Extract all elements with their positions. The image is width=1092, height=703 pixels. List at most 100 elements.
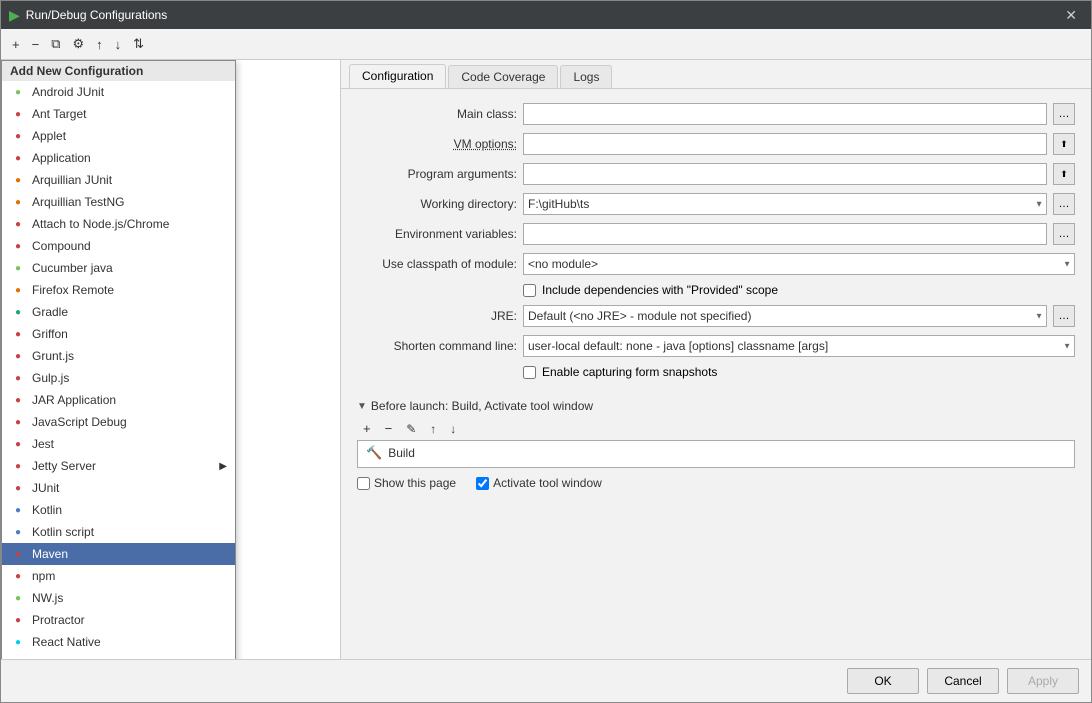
before-launch-toolbar: + − ✎ ↑ ↓: [357, 417, 1075, 440]
jre-select-wrapper: Default (<no JRE> - module not specified…: [523, 305, 1047, 327]
before-launch-up-btn[interactable]: ↑: [424, 420, 442, 438]
classpath-row: Use classpath of module: <no module>: [357, 253, 1075, 275]
dropdown-item-jar-application[interactable]: ● JAR Application: [2, 389, 235, 411]
jar-application-icon: ●: [10, 392, 26, 408]
dropdown-item-kotlin-script[interactable]: ●Kotlin script: [2, 521, 235, 543]
enable-snapshots-row: Enable capturing form snapshots: [523, 365, 1075, 379]
dialog-footer: OK Cancel Apply: [1, 659, 1091, 702]
vm-options-input[interactable]: [523, 133, 1047, 155]
jar-application-label: JAR Application: [32, 393, 116, 407]
attach-node-label: Attach to Node.js/Chrome: [32, 217, 169, 231]
dropdown-item-kotlin[interactable]: ●Kotlin: [2, 499, 235, 521]
shorten-cmd-row: Shorten command line: user-local default…: [357, 335, 1075, 357]
dropdown-item-js-debug[interactable]: ●JavaScript Debug: [2, 411, 235, 433]
gradle-icon: ●: [10, 304, 26, 320]
dropdown-item-junit[interactable]: ●JUnit: [2, 477, 235, 499]
npm-icon: ●: [10, 568, 26, 584]
main-class-row: Main class: …: [357, 103, 1075, 125]
shorten-cmd-wrapper: user-local default: none - java [options…: [523, 335, 1075, 357]
title-bar: ▶ Run/Debug Configurations ✕: [1, 1, 1091, 29]
kotlin-script-label: Kotlin script: [32, 525, 94, 539]
dropdown-item-maven[interactable]: ●Maven: [2, 543, 235, 565]
include-deps-row: Include dependencies with "Provided" sco…: [523, 283, 1075, 297]
jre-browse-btn[interactable]: …: [1053, 305, 1075, 327]
remove-config-button[interactable]: −: [27, 34, 45, 55]
dropdown-item-npm[interactable]: ●npm: [2, 565, 235, 587]
arquillian-testng-label: Arquillian TestNG: [32, 195, 124, 209]
dropdown-item-grunt-js[interactable]: ●Grunt.js: [2, 345, 235, 367]
enable-snapshots-checkbox[interactable]: [523, 366, 536, 379]
include-deps-checkbox[interactable]: [523, 284, 536, 297]
before-launch-remove-btn[interactable]: −: [379, 419, 399, 438]
dropdown-item-jest[interactable]: ●Jest: [2, 433, 235, 455]
dropdown-item-arquillian-testng[interactable]: ●Arquillian TestNG: [2, 191, 235, 213]
working-dir-input[interactable]: [523, 193, 1047, 215]
application-label: Application: [32, 151, 91, 165]
move-config-button[interactable]: ⚙: [67, 33, 89, 55]
dropdown-item-jetty-server[interactable]: ●Jetty Server▶: [2, 455, 235, 477]
dropdown-item-applet[interactable]: ●Applet: [2, 125, 235, 147]
gulp-js-label: Gulp.js: [32, 371, 69, 385]
before-launch-edit-btn[interactable]: ✎: [400, 420, 422, 438]
junit-icon: ●: [10, 480, 26, 496]
before-launch-item-build[interactable]: 🔨 Build: [358, 441, 1074, 465]
dropdown-item-gradle[interactable]: ●Gradle: [2, 301, 235, 323]
working-dir-browse-btn[interactable]: …: [1053, 193, 1075, 215]
sort-button[interactable]: ⇅: [128, 33, 149, 55]
bottom-options: Show this page Activate tool window: [357, 476, 1075, 490]
dropdown-item-gulp-js[interactable]: ● Gulp.js: [2, 367, 235, 389]
dropdown-item-cucumber-java[interactable]: ●Cucumber java: [2, 257, 235, 279]
dropdown-item-griffon[interactable]: ●Griffon: [2, 323, 235, 345]
enable-snapshots-label: Enable capturing form snapshots: [542, 365, 717, 379]
dropdown-item-arquillian-junit[interactable]: ●Arquillian JUnit: [2, 169, 235, 191]
before-launch-list: 🔨 Build: [357, 440, 1075, 468]
before-launch-add-btn[interactable]: +: [357, 419, 377, 438]
dropdown-item-nwjs[interactable]: ●NW.js: [2, 587, 235, 609]
dropdown-item-protractor[interactable]: ●Protractor: [2, 609, 235, 631]
main-class-input[interactable]: [523, 103, 1047, 125]
move-up-button[interactable]: ↑: [91, 34, 108, 55]
vm-options-row: VM options: ⬆: [357, 133, 1075, 155]
griffon-icon: ●: [10, 326, 26, 342]
program-args-input[interactable]: [523, 163, 1047, 185]
classpath-select[interactable]: <no module>: [523, 253, 1075, 275]
apply-button[interactable]: Apply: [1007, 668, 1079, 694]
main-class-browse-btn[interactable]: …: [1053, 103, 1075, 125]
application-icon: ●: [10, 150, 26, 166]
shorten-cmd-select[interactable]: user-local default: none - java [options…: [523, 335, 1075, 357]
tab-code-coverage[interactable]: Code Coverage: [448, 65, 558, 88]
dropdown-item-android-junit[interactable]: ●Android JUnit: [2, 81, 235, 103]
cancel-button[interactable]: Cancel: [927, 668, 999, 694]
dropdown-item-application[interactable]: ● Application: [2, 147, 235, 169]
vm-options-expand-btn[interactable]: ⬆: [1053, 133, 1075, 155]
dropdown-item-remote[interactable]: ●Remote: [2, 653, 235, 659]
env-vars-browse-btn[interactable]: …: [1053, 223, 1075, 245]
dropdown-item-compound[interactable]: ●Compound: [2, 235, 235, 257]
jre-select[interactable]: Default (<no JRE> - module not specified…: [523, 305, 1047, 327]
remote-label: Remote: [32, 657, 74, 659]
activate-window-checkbox[interactable]: [476, 477, 489, 490]
before-launch-title: Before launch: Build, Activate tool wind…: [371, 399, 593, 413]
dropdown-item-ant-target[interactable]: ●Ant Target: [2, 103, 235, 125]
program-args-expand-btn[interactable]: ⬆: [1053, 163, 1075, 185]
vm-options-label: VM options:: [357, 137, 517, 151]
ok-button[interactable]: OK: [847, 668, 919, 694]
gulp-js-icon: ●: [10, 370, 26, 386]
run-debug-dialog: ▶ Run/Debug Configurations ✕ + − ⧉ ⚙ ↑ ↓…: [0, 0, 1092, 703]
before-launch-down-btn[interactable]: ↓: [444, 420, 462, 438]
dropdown-item-attach-node[interactable]: ●Attach to Node.js/Chrome: [2, 213, 235, 235]
run-icon: ▶: [9, 7, 20, 24]
tab-configuration[interactable]: Configuration: [349, 64, 446, 88]
tab-logs[interactable]: Logs: [560, 65, 612, 88]
dropdown-item-react-native[interactable]: ●React Native: [2, 631, 235, 653]
move-down-button[interactable]: ↓: [110, 34, 127, 55]
env-vars-input[interactable]: [523, 223, 1047, 245]
show-page-checkbox[interactable]: [357, 477, 370, 490]
firefox-remote-icon: ●: [10, 282, 26, 298]
before-launch-header[interactable]: ▼ Before launch: Build, Activate tool wi…: [357, 395, 1075, 417]
copy-config-button[interactable]: ⧉: [46, 33, 65, 55]
before-launch-arrow: ▼: [357, 401, 367, 412]
dropdown-item-firefox-remote[interactable]: ●Firefox Remote: [2, 279, 235, 301]
close-button[interactable]: ✕: [1059, 5, 1083, 26]
add-config-button[interactable]: +: [7, 34, 25, 55]
